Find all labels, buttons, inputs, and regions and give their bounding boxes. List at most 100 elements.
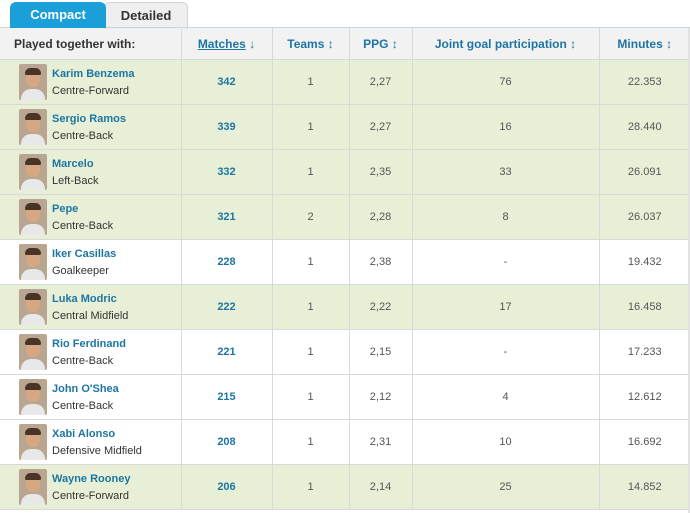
player-position: Central Midfield xyxy=(52,309,129,322)
player-cell: Pepe Centre-Back xyxy=(0,194,181,240)
player-cell: Karim Benzema Centre-Forward xyxy=(0,59,181,105)
minutes-cell: 16.692 xyxy=(598,419,690,465)
matches-cell[interactable]: 339 xyxy=(180,104,272,150)
table-row: Pepe Centre-Back 321 2 2,28 8 26.037 xyxy=(0,194,690,240)
player-photo[interactable] xyxy=(19,334,47,370)
teams-cell: 1 xyxy=(271,59,349,105)
matches-cell[interactable]: 228 xyxy=(180,239,272,285)
player-photo[interactable] xyxy=(19,109,47,145)
player-position: Centre-Forward xyxy=(52,489,130,502)
player-name-link[interactable]: Marcelo xyxy=(52,158,98,170)
minutes-cell: 16.458 xyxy=(598,284,690,330)
table-row: Iker Casillas Goalkeeper 228 1 2,38-19.432 xyxy=(0,239,690,285)
teammates-table: Played together with: Matches ↓ Teams ↕ … xyxy=(0,28,690,510)
header-minutes-label: Minutes xyxy=(617,36,663,51)
ppg-cell: 2,28 xyxy=(348,194,412,240)
header-joint-goal[interactable]: Joint goal participation ↕ xyxy=(411,28,599,60)
header-ppg[interactable]: PPG ↕ xyxy=(348,28,412,60)
header-minutes[interactable]: Minutes ↕ xyxy=(598,28,690,60)
joint-goal-cell: 4 xyxy=(411,374,599,420)
player-name-link[interactable]: Karim Benzema xyxy=(52,68,135,80)
player-position: Centre-Back xyxy=(52,399,114,412)
joint-goal-cell: 10 xyxy=(411,419,599,465)
minutes-cell: 26.037 xyxy=(598,194,690,240)
player-position: Goalkeeper xyxy=(52,264,109,277)
joint-goal-cell: 76 xyxy=(411,59,599,105)
table-row: Wayne Rooney Centre-Forward 206 1 2,14 25 14.8… xyxy=(0,464,690,510)
sort-icon: ↕ xyxy=(391,36,398,51)
teams-cell: 1 xyxy=(271,419,349,465)
header-matches[interactable]: Matches ↓ xyxy=(180,28,272,60)
player-name-link[interactable]: Wayne Rooney xyxy=(52,473,130,485)
player-photo[interactable] xyxy=(19,64,47,100)
joint-goal-cell: - xyxy=(411,329,599,375)
teams-cell: 1 xyxy=(271,329,349,375)
minutes-cell: 22.353 xyxy=(598,59,690,105)
header-teams[interactable]: Teams ↕ xyxy=(271,28,349,60)
header-teams-label: Teams xyxy=(287,36,325,51)
player-photo[interactable] xyxy=(19,154,47,190)
matches-cell[interactable]: 215 xyxy=(180,374,272,420)
player-position: Centre-Forward xyxy=(52,84,130,97)
table-row: Luka Modric Central Midfield 222 1 2,22 17 16.… xyxy=(0,284,690,330)
joint-goal-cell: - xyxy=(411,239,599,285)
tab-compact[interactable]: Compact xyxy=(10,2,106,28)
player-name-link[interactable]: Xabi Alonso xyxy=(52,428,142,440)
matches-cell[interactable]: 342 xyxy=(180,59,272,105)
header-player: Played together with: xyxy=(0,28,181,60)
player-cell: Sergio Ramos Centre-Back xyxy=(0,104,181,150)
player-cell: Luka Modric Central Midfield xyxy=(0,284,181,330)
joint-goal-cell: 33 xyxy=(411,149,599,195)
player-name-link[interactable]: Sergio Ramos xyxy=(52,113,126,125)
player-name-link[interactable]: Iker Casillas xyxy=(52,248,116,260)
player-photo[interactable] xyxy=(19,244,47,280)
table-row: John O'Shea Centre-Back 215 1 2,12 4 12.612 xyxy=(0,374,690,420)
teams-cell: 1 xyxy=(271,464,349,510)
player-cell: Marcelo Left-Back xyxy=(0,149,181,195)
player-photo[interactable] xyxy=(19,289,47,325)
player-name-link[interactable]: John O'Shea xyxy=(52,383,119,395)
teams-cell: 1 xyxy=(271,104,349,150)
player-cell: Wayne Rooney Centre-Forward xyxy=(0,464,181,510)
player-position: Centre-Back xyxy=(52,219,114,232)
ppg-cell: 2,27 xyxy=(348,104,412,150)
player-cell: Iker Casillas Goalkeeper xyxy=(0,239,181,285)
matches-cell[interactable]: 208 xyxy=(180,419,272,465)
sort-icon: ↕ xyxy=(327,36,334,51)
matches-cell[interactable]: 332 xyxy=(180,149,272,195)
matches-cell[interactable]: 321 xyxy=(180,194,272,240)
player-cell: Rio Ferdinand Centre-Back xyxy=(0,329,181,375)
player-photo[interactable] xyxy=(19,469,47,505)
player-photo[interactable] xyxy=(19,379,47,415)
player-photo[interactable] xyxy=(19,199,47,235)
matches-cell[interactable]: 221 xyxy=(180,329,272,375)
player-position: Defensive Midfield xyxy=(52,444,142,457)
tab-detailed[interactable]: Detailed xyxy=(104,2,188,29)
header-joint-goal-label: Joint goal participation xyxy=(434,36,567,51)
header-matches-label: Matches xyxy=(197,36,246,51)
teams-cell: 1 xyxy=(271,284,349,330)
player-photo[interactable] xyxy=(19,424,47,460)
player-cell: Xabi Alonso Defensive Midfield xyxy=(0,419,181,465)
teams-cell: 1 xyxy=(271,149,349,195)
player-position: Left-Back xyxy=(52,174,99,187)
matches-cell[interactable]: 206 xyxy=(180,464,272,510)
ppg-cell: 2,12 xyxy=(348,374,412,420)
joint-goal-cell: 17 xyxy=(411,284,599,330)
player-name-link[interactable]: Pepe xyxy=(52,203,113,215)
matches-cell[interactable]: 222 xyxy=(180,284,272,330)
player-name-link[interactable]: Rio Ferdinand xyxy=(52,338,126,350)
minutes-cell: 17.233 xyxy=(598,329,690,375)
teams-cell: 2 xyxy=(271,194,349,240)
ppg-cell: 2,31 xyxy=(348,419,412,465)
view-tabs: Compact Detailed xyxy=(0,0,690,29)
table-header-row: Played together with: Matches ↓ Teams ↕ … xyxy=(0,28,690,60)
minutes-cell: 26.091 xyxy=(598,149,690,195)
minutes-cell: 12.612 xyxy=(598,374,690,420)
joint-goal-cell: 16 xyxy=(411,104,599,150)
ppg-cell: 2,35 xyxy=(348,149,412,195)
header-ppg-label: PPG xyxy=(363,36,389,51)
player-position: Centre-Back xyxy=(52,354,114,367)
table-row: Marcelo Left-Back 332 1 2,35 33 26.091 xyxy=(0,149,690,195)
player-name-link[interactable]: Luka Modric xyxy=(52,293,128,305)
